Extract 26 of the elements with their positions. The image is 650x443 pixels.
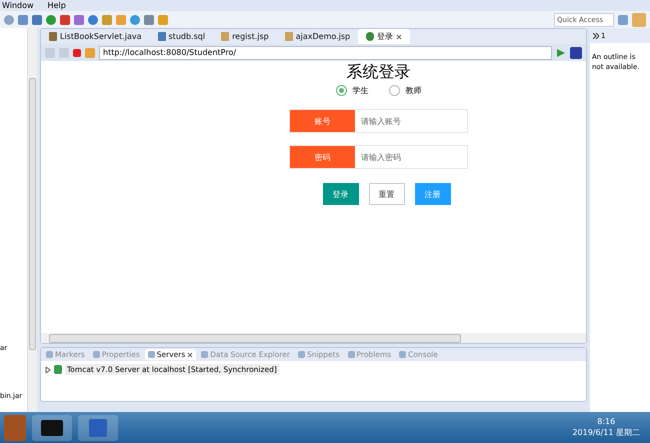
scrollbar-thumb[interactable] (29, 78, 36, 350)
go-icon[interactable] (556, 48, 566, 58)
word-task-button[interactable] (78, 414, 118, 440)
menu-item[interactable]: Window (2, 0, 34, 10)
menu-item[interactable]: Help (48, 0, 66, 10)
login-title: 系统登录 (346, 62, 410, 83)
horizontal-scrollbar[interactable] (41, 333, 586, 343)
editor-tab[interactable]: studb.sql (150, 29, 214, 44)
terminal-task-button[interactable] (32, 414, 72, 440)
field-label: 密码 (290, 146, 355, 168)
form-button[interactable]: 登录 (322, 183, 358, 205)
role-radio[interactable]: 学生 (336, 85, 368, 96)
editor-tab[interactable]: ajaxDemo.jsp (276, 29, 358, 44)
url-field[interactable]: http://localhost:8080/StudentPro/ (99, 46, 552, 60)
expand-icon[interactable] (45, 366, 51, 372)
form-button[interactable]: 重置 (368, 183, 404, 205)
close-icon[interactable] (187, 352, 194, 358)
stop-icon[interactable] (73, 48, 81, 56)
editor-tab[interactable]: ListBookServlet.java (41, 29, 150, 44)
taskbar-clock[interactable]: 8:16 2019/6/11 星期二 (572, 417, 640, 438)
role-radio[interactable]: 教师 (388, 85, 422, 96)
editor-tab[interactable]: 登录 (358, 29, 410, 44)
chevron-icon[interactable] (593, 32, 599, 38)
field-label: 账号 (290, 110, 355, 132)
close-icon[interactable] (396, 34, 402, 40)
editor-tab[interactable]: regist.jsp (213, 29, 277, 44)
